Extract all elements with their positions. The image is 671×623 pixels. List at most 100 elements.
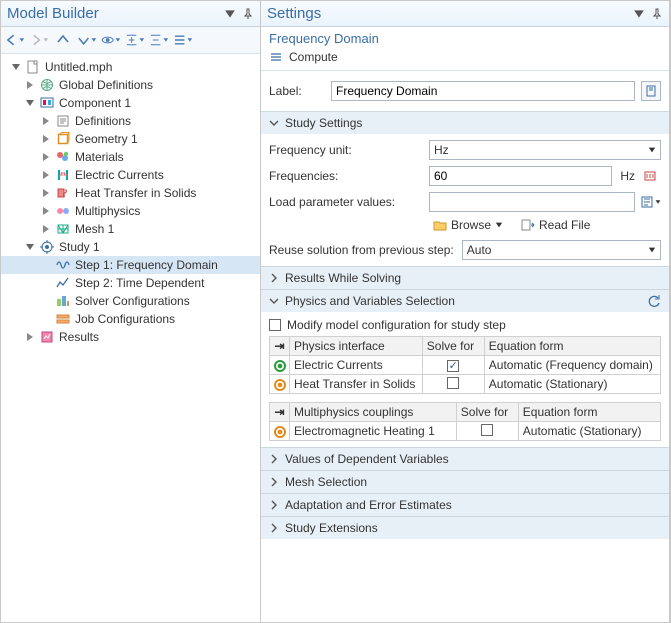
tree-step1-frequency-domain[interactable]: Step 1: Frequency Domain	[1, 256, 260, 274]
compute-button[interactable]: Compute	[261, 46, 669, 71]
section-header-dependent-variables[interactable]: Values of Dependent Variables	[261, 448, 669, 470]
tree-geometry[interactable]: Geometry 1	[1, 130, 260, 148]
modify-config-checkbox-row[interactable]: Modify model configuration for study ste…	[269, 318, 661, 332]
read-file-button[interactable]: Read File	[517, 216, 594, 234]
job-icon	[55, 311, 71, 327]
section-study-settings: Study Settings Frequency unit: Hz Freque…	[261, 111, 669, 266]
table-corner[interactable]: ⇥	[270, 337, 290, 356]
nav-back-button[interactable]	[5, 30, 25, 50]
modify-config-checkbox[interactable]	[269, 319, 281, 331]
status-dot-orange	[274, 426, 286, 438]
tree-component[interactable]: Component 1	[1, 94, 260, 112]
tree-definitions[interactable]: Definitions	[1, 112, 260, 130]
nav-up-button[interactable]	[53, 30, 73, 50]
status-dot-green	[274, 360, 286, 372]
physics-interface-table: ⇥ Physics interface Solve for Equation f…	[269, 336, 661, 394]
reuse-value: Auto	[467, 243, 492, 257]
tree-step2-time-dependent[interactable]: Step 2: Time Dependent	[1, 274, 260, 292]
tree-label: Solver Configurations	[75, 294, 190, 308]
freq-unit-combo[interactable]: Hz	[429, 140, 661, 160]
tree-label: Multiphysics	[75, 204, 140, 218]
model-builder-title: Model Builder	[7, 5, 224, 22]
heat-transfer-icon	[55, 185, 71, 201]
chevron-down-icon	[269, 296, 279, 306]
chevron-right-icon	[269, 273, 279, 283]
section-header-adaptation[interactable]: Adaptation and Error Estimates	[261, 494, 669, 516]
model-builder-header: Model Builder	[1, 1, 260, 27]
reuse-combo[interactable]: Auto	[462, 240, 661, 260]
settings-title: Settings	[267, 5, 633, 22]
tree-label: Electric Currents	[75, 168, 164, 182]
collapse-all-button[interactable]	[125, 30, 145, 50]
component-icon	[39, 95, 55, 111]
file-list-button[interactable]	[639, 192, 661, 212]
cell-name: Electric Currents	[290, 356, 423, 375]
section-title: Physics and Variables Selection	[285, 294, 641, 308]
multiphysics-icon	[55, 203, 71, 219]
compute-label: Compute	[289, 50, 338, 64]
tree-label: Definitions	[75, 114, 131, 128]
tree-multiphysics[interactable]: Multiphysics	[1, 202, 260, 220]
section-header-results-while-solving[interactable]: Results While Solving	[261, 267, 669, 289]
pin-icon[interactable]	[242, 8, 254, 20]
list-view-button[interactable]	[173, 30, 193, 50]
tree-heat-transfer[interactable]: Heat Transfer in Solids	[1, 184, 260, 202]
freqs-input[interactable]	[434, 169, 607, 183]
nav-down-button[interactable]	[77, 30, 97, 50]
reset-icon[interactable]	[647, 294, 661, 308]
browse-button[interactable]: Browse	[429, 216, 507, 234]
section-header-mesh-selection[interactable]: Mesh Selection	[261, 471, 669, 493]
freqs-input-wrap	[429, 166, 612, 186]
chevron-down-icon	[495, 221, 503, 229]
chevron-right-icon	[269, 523, 279, 533]
label-input[interactable]	[331, 81, 635, 101]
geometry-icon	[55, 131, 71, 147]
model-tree: Untitled.mph Global Definitions Componen…	[1, 54, 260, 622]
chevron-right-icon	[269, 454, 279, 464]
tree-results[interactable]: Results	[1, 328, 260, 346]
settings-header: Settings	[261, 1, 669, 27]
cell-eq: Automatic (Stationary)	[518, 422, 660, 441]
tree-root[interactable]: Untitled.mph	[1, 58, 260, 76]
tree-electric-currents[interactable]: Electric Currents	[1, 166, 260, 184]
section-results-while-solving: Results While Solving	[261, 266, 669, 289]
load-params-input-wrap	[429, 192, 635, 212]
tree-study[interactable]: Study 1	[1, 238, 260, 256]
section-header-physics-vars[interactable]: Physics and Variables Selection	[261, 290, 669, 312]
col-multiphysics-couplings: Multiphysics couplings	[290, 403, 457, 422]
section-header-study-extensions[interactable]: Study Extensions	[261, 517, 669, 539]
tree-job-configurations[interactable]: Job Configurations	[1, 310, 260, 328]
tree-label: Mesh 1	[75, 222, 114, 236]
label-caption: Label:	[269, 84, 325, 98]
status-dot-orange	[274, 379, 286, 391]
label-tag-button[interactable]	[641, 81, 661, 101]
panel-menu-icon[interactable]	[224, 8, 236, 20]
panel-menu-icon[interactable]	[633, 8, 645, 20]
model-builder-toolbar	[1, 27, 260, 54]
show-button[interactable]	[101, 30, 121, 50]
tree-label: Results	[59, 330, 99, 344]
tree-global-definitions[interactable]: Global Definitions	[1, 76, 260, 94]
solve-for-checkbox[interactable]	[447, 377, 459, 389]
tree-solver-configurations[interactable]: Solver Configurations	[1, 292, 260, 310]
pin-icon[interactable]	[651, 8, 663, 20]
load-params-input[interactable]	[434, 195, 630, 209]
freqs-unit: Hz	[620, 169, 635, 183]
col-equation-form: Equation form	[484, 337, 660, 356]
section-header-study-settings[interactable]: Study Settings	[261, 112, 669, 134]
tree-mesh[interactable]: Mesh 1	[1, 220, 260, 238]
table-row[interactable]: Heat Transfer in Solids Automatic (Stati…	[270, 375, 661, 394]
tree-label: Geometry 1	[75, 132, 138, 146]
range-button[interactable]	[639, 166, 661, 186]
solve-for-checkbox[interactable]	[447, 360, 459, 372]
tree-materials[interactable]: Materials	[1, 148, 260, 166]
table-row[interactable]: Electric Currents Automatic (Frequency d…	[270, 356, 661, 375]
section-mesh-selection: Mesh Selection	[261, 470, 669, 493]
solve-for-checkbox[interactable]	[481, 424, 493, 436]
nav-forward-button[interactable]	[29, 30, 49, 50]
study-icon	[39, 239, 55, 255]
table-corner[interactable]: ⇥	[270, 403, 290, 422]
expand-all-button[interactable]	[149, 30, 169, 50]
table-row[interactable]: Electromagnetic Heating 1 Automatic (Sta…	[270, 422, 661, 441]
col-solve-for: Solve for	[456, 403, 518, 422]
